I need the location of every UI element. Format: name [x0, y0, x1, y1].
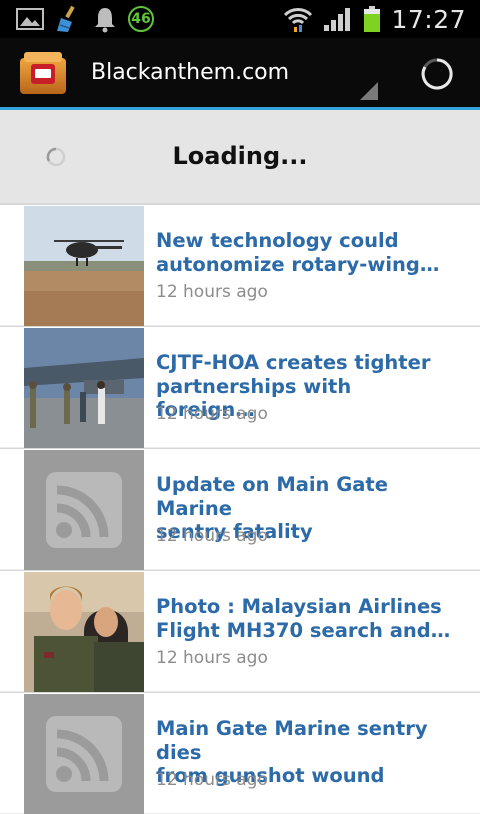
bell-icon: [92, 5, 118, 33]
loading-text: Loading...: [172, 142, 308, 170]
list-item[interactable]: Main Gate Marine sentry dies from gunsho…: [0, 692, 480, 814]
action-bar: Blackanthem.com: [0, 38, 480, 110]
signal-icon: [323, 6, 353, 32]
article-time: 12 hours ago: [156, 526, 268, 546]
badge-count: 46: [128, 6, 154, 32]
article-time: 12 hours ago: [156, 282, 268, 302]
rss-icon: [24, 450, 144, 570]
article-thumbnail: [24, 572, 144, 692]
article-thumbnail: [24, 206, 144, 326]
list-item[interactable]: Photo : Malaysian Airlines Flight MH370 …: [0, 570, 480, 692]
article-title[interactable]: New technology could autonomize rotary-w…: [156, 229, 456, 276]
wifi-icon: [283, 5, 313, 33]
status-bar: 46 17:27: [0, 0, 480, 38]
article-list: New technology could autonomize rotary-w…: [0, 204, 480, 814]
gallery-icon: [16, 7, 44, 31]
list-item[interactable]: CJTF-HOA creates tighter partnerships wi…: [0, 326, 480, 448]
app-title[interactable]: Blackanthem.com: [91, 60, 289, 85]
battery-icon: [363, 5, 381, 33]
cleaner-icon: [54, 5, 82, 33]
article-time: 12 hours ago: [156, 770, 268, 790]
refresh-spinner-icon[interactable]: [420, 57, 454, 91]
clock: 17:27: [391, 4, 466, 34]
dropdown-corner-icon[interactable]: [360, 82, 378, 100]
list-item[interactable]: New technology could autonomize rotary-w…: [0, 204, 480, 326]
article-time: 12 hours ago: [156, 648, 268, 668]
article-thumbnail: [24, 328, 144, 448]
article-title[interactable]: Photo : Malaysian Airlines Flight MH370 …: [156, 595, 456, 642]
app-logo-icon[interactable]: [18, 50, 68, 96]
list-item[interactable]: Update on Main Gate Marine sentry fatali…: [0, 448, 480, 570]
rss-icon: [24, 694, 144, 814]
loading-bar: Loading...: [0, 110, 480, 204]
article-time: 12 hours ago: [156, 404, 268, 424]
